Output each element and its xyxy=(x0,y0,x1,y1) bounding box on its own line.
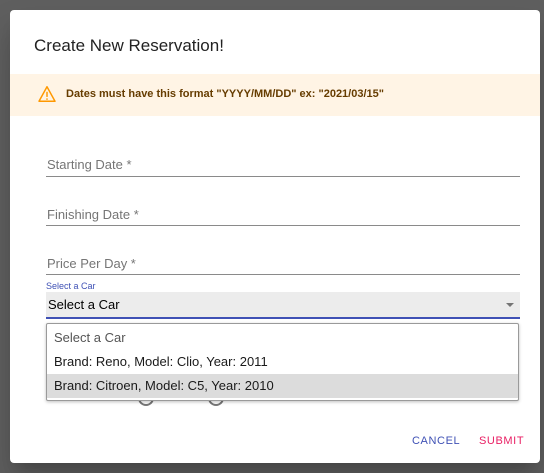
car-options-list: Select a Car Brand: Reno, Model: Clio, Y… xyxy=(46,323,519,401)
cancel-button[interactable]: CANCEL xyxy=(412,435,460,447)
car-select-value: Select a Car xyxy=(48,297,120,312)
car-select-label: Select a Car xyxy=(46,281,96,291)
car-option[interactable]: Brand: Reno, Model: Clio, Year: 2011 xyxy=(47,350,518,374)
finishing-date-label: Finishing Date * xyxy=(47,207,139,222)
car-option[interactable]: Select a Car xyxy=(47,324,518,350)
warning-icon xyxy=(38,86,56,102)
date-format-alert: Dates must have this format "YYYY/MM/DD"… xyxy=(10,74,540,116)
alert-message: Dates must have this format "YYYY/MM/DD"… xyxy=(66,88,384,100)
price-per-day-underline xyxy=(46,274,520,275)
starting-date-label: Starting Date * xyxy=(47,157,132,172)
create-reservation-dialog: Create New Reservation! Dates must have … xyxy=(10,10,540,463)
submit-button[interactable]: SUBMIT xyxy=(479,435,524,447)
price-per-day-label: Price Per Day * xyxy=(47,256,136,271)
starting-date-underline xyxy=(46,176,520,177)
car-select[interactable]: Select a Car xyxy=(46,292,520,319)
finishing-date-underline xyxy=(46,225,520,226)
dialog-title: Create New Reservation! xyxy=(34,36,224,55)
car-option[interactable]: Brand: Citroen, Model: C5, Year: 2010 xyxy=(47,374,518,398)
dropdown-arrow-icon[interactable] xyxy=(506,303,514,307)
